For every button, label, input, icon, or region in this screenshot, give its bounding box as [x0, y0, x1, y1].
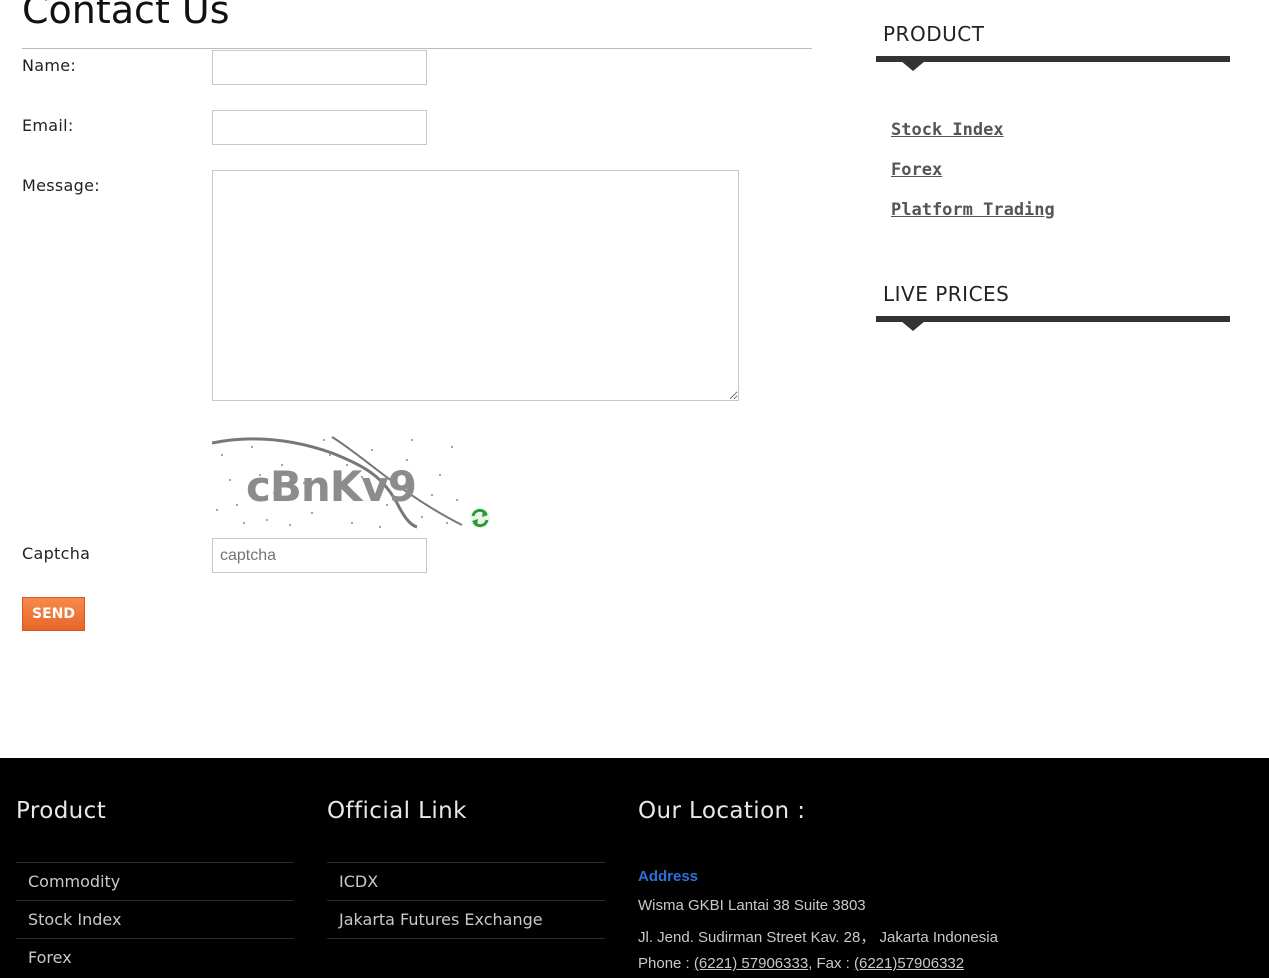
footer-official-heading: Official Link [327, 798, 467, 824]
fax-link[interactable]: (6221)57906332 [854, 955, 964, 972]
live-prices-heading-notch [901, 321, 925, 331]
message-textarea[interactable] [212, 170, 739, 401]
phone-fax-line: Phone : (6221) 57906333, Fax : (6221)579… [638, 955, 964, 972]
refresh-icon[interactable] [469, 507, 491, 529]
phone-prefix: Phone : [638, 955, 694, 972]
live-prices-heading-bar [876, 316, 1230, 322]
send-button[interactable]: SEND [22, 597, 85, 631]
footer-location-heading: Our Location : [638, 798, 806, 824]
product-heading: PRODUCT [883, 22, 985, 46]
footer: Product Commodity Stock Index Forex Offi… [0, 758, 1269, 978]
page-title: Contact Us [22, 0, 230, 32]
footer-official-list: ICDX Jakarta Futures Exchange [327, 862, 605, 939]
address-line-2: Jl. Jend. Sudirman Street Kav. 28， Jakar… [638, 929, 998, 946]
footer-product-list: Commodity Stock Index Forex [16, 862, 294, 976]
title-divider [22, 48, 812, 49]
captcha-image: cBnKv9 [212, 435, 464, 529]
email-label: Email: [22, 116, 74, 135]
fax-prefix: , Fax : [808, 955, 854, 972]
sidebar-link-platform-trading[interactable]: Platform Trading [891, 200, 1055, 220]
footer-link-icdx[interactable]: ICDX [327, 862, 605, 900]
footer-product-heading: Product [16, 798, 107, 824]
sidebar-link-forex[interactable]: Forex [891, 160, 942, 180]
sidebar-link-stock-index[interactable]: Stock Index [891, 120, 1004, 140]
live-prices-heading: LIVE PRICES [883, 282, 1010, 306]
product-heading-notch [901, 61, 925, 71]
captcha-image-text: cBnKv9 [246, 462, 416, 511]
footer-link-commodity[interactable]: Commodity [16, 862, 294, 900]
message-label: Message: [22, 176, 100, 195]
address-line-1: Wisma GKBI Lantai 38 Suite 3803 [638, 897, 866, 914]
captcha-label: Captcha [22, 544, 91, 563]
phone-link[interactable]: (6221) 57906333 [694, 955, 808, 972]
product-heading-bar [876, 56, 1230, 62]
footer-link-forex[interactable]: Forex [16, 938, 294, 976]
name-label: Name: [22, 56, 77, 75]
email-input[interactable] [212, 110, 427, 145]
captcha-input[interactable] [212, 538, 427, 573]
address-heading: Address [638, 868, 699, 885]
name-input[interactable] [212, 50, 427, 85]
footer-link-jfx[interactable]: Jakarta Futures Exchange [327, 900, 605, 938]
footer-link-stock-index[interactable]: Stock Index [16, 900, 294, 938]
